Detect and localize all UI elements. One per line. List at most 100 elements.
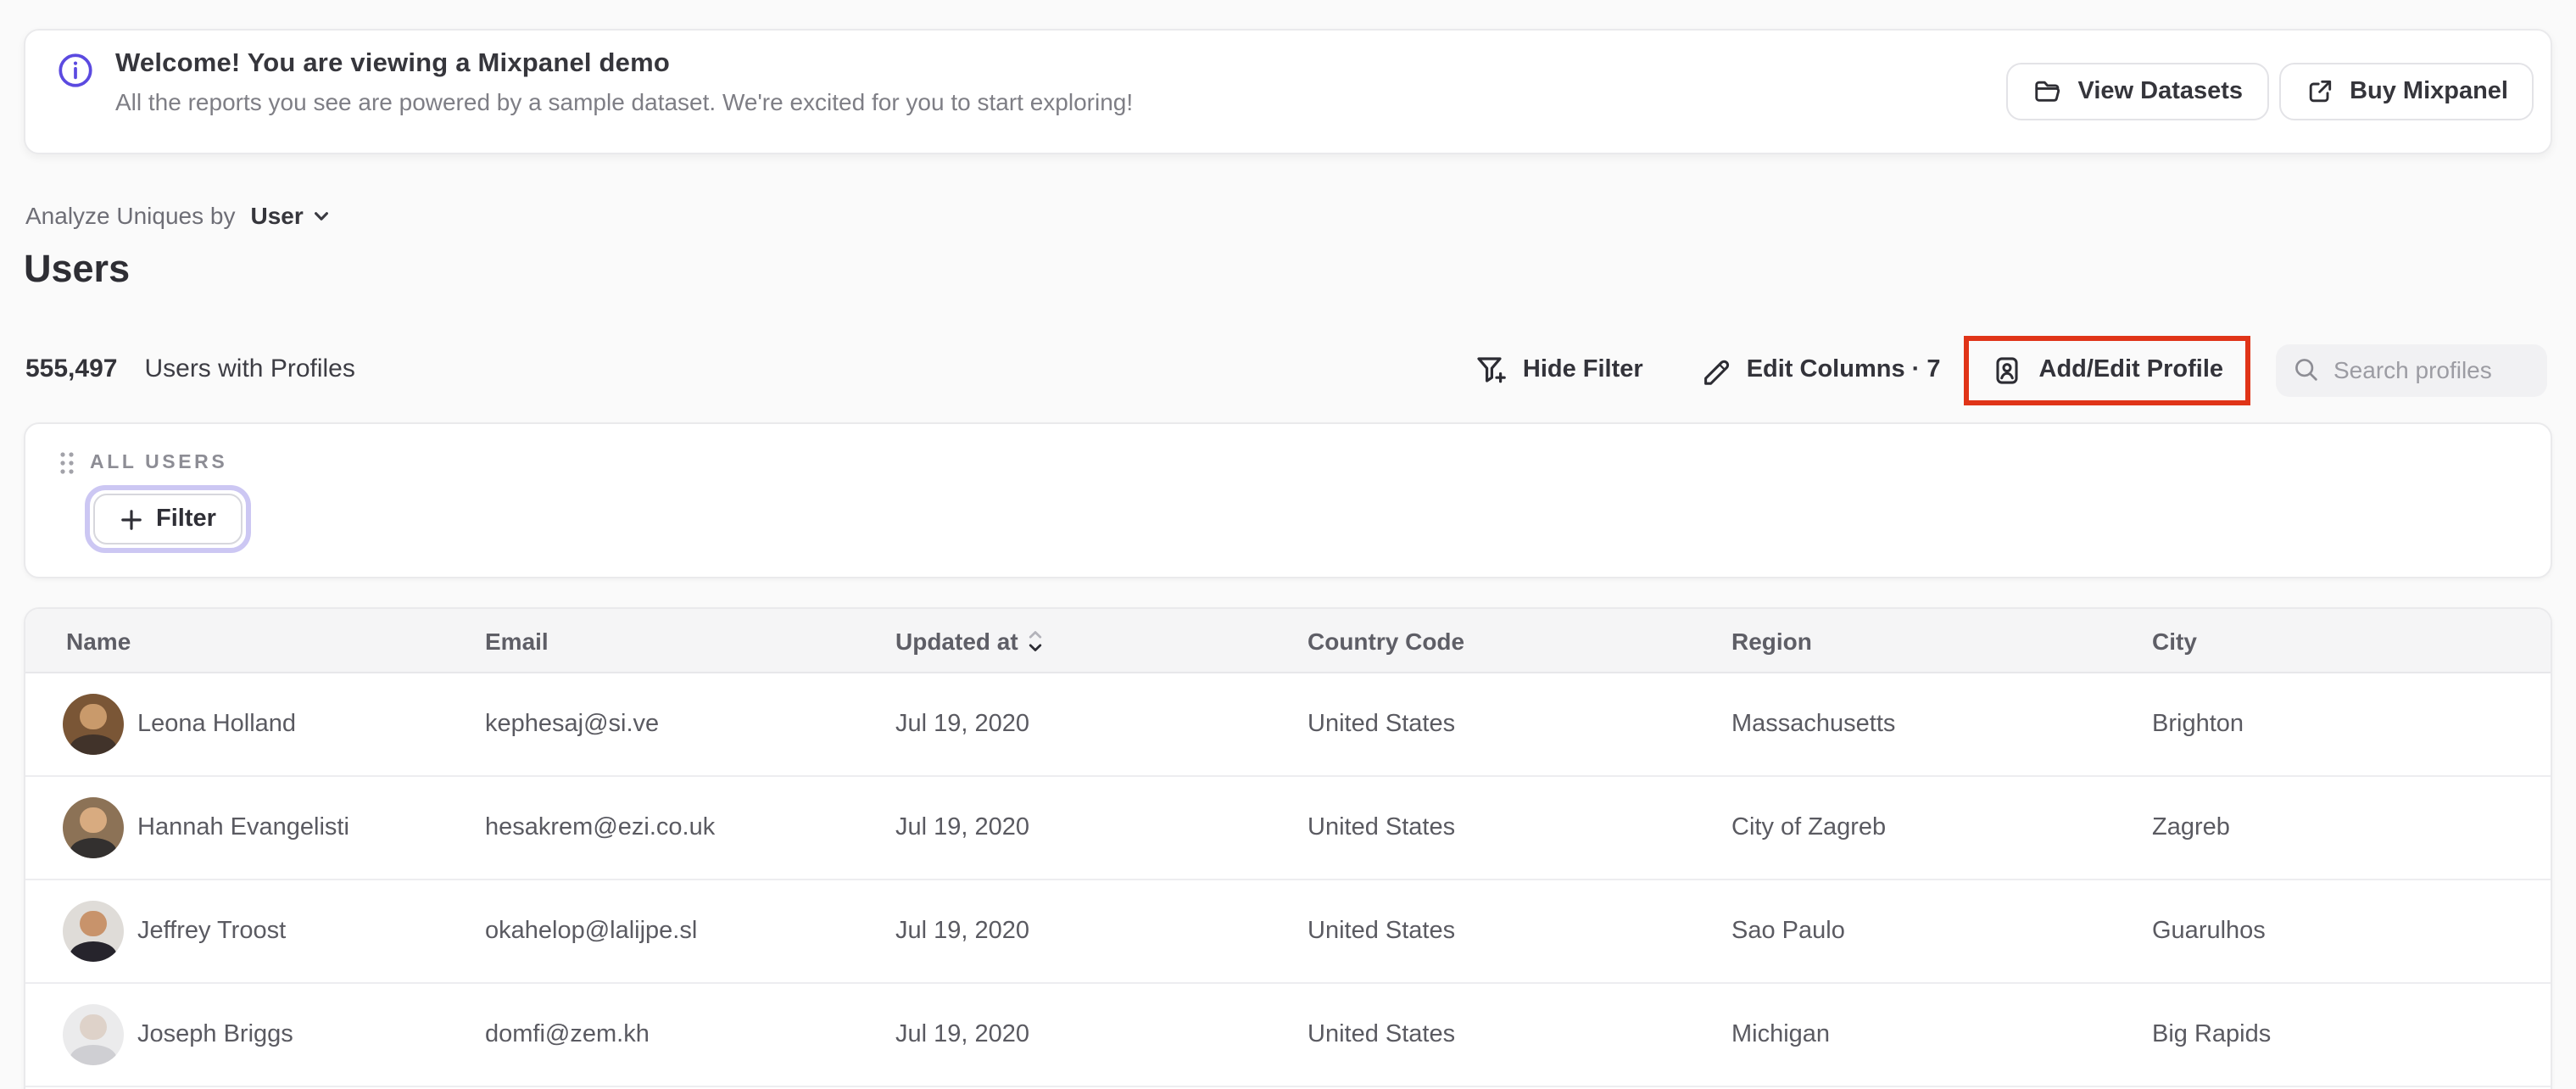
profile-name: Jeffrey Troost: [137, 918, 287, 945]
filter-button-focus-ring: Filter: [85, 485, 252, 553]
name-cell: Jeffrey Troost: [63, 901, 485, 962]
table-header-row: Name Email Updated at Country Code Regio…: [25, 609, 2551, 673]
email-cell: kephesaj@si.ve: [485, 711, 660, 738]
table-body: Leona Holland kephesaj@si.ve Jul 19, 202…: [25, 673, 2551, 1087]
region-cell: City of Zagreb: [1731, 814, 1887, 841]
search-profiles-input[interactable]: [2333, 356, 2530, 383]
city-cell: Guarulhos: [2152, 918, 2266, 945]
pencil-icon: [1699, 354, 1731, 386]
external-link-icon: [2304, 76, 2334, 107]
banner-text: Welcome! You are viewing a Mixpanel demo…: [115, 31, 2007, 115]
analyze-uniques-value: User: [250, 202, 304, 229]
all-users-filter-card: ALL USERS Filter: [24, 422, 2552, 578]
chevron-down-icon: [312, 206, 331, 225]
edit-columns-button[interactable]: Edit Columns · 7: [1699, 354, 1941, 386]
hide-filter-label: Hide Filter: [1522, 356, 1643, 383]
avatar-head: [80, 910, 107, 936]
profile-badge-icon: [1992, 354, 2024, 386]
banner-subtitle: All the reports you see are powered by a…: [115, 88, 1134, 115]
profile-count: 555,497 Users with Profiles: [25, 355, 355, 383]
region-cell: Sao Paulo: [1731, 918, 1845, 945]
page-title: Users: [24, 248, 131, 290]
add-filter-label: Filter: [156, 505, 216, 533]
profiles-toolbar: Hide Filter Edit Columns · 7 Add/Edit Pr…: [1474, 332, 2547, 407]
name-cell: Joseph Briggs: [63, 1004, 485, 1065]
table-row[interactable]: Joseph Briggs domfi@zem.kh Jul 19, 2020 …: [25, 984, 2551, 1087]
column-header-label: Email: [485, 627, 549, 654]
avatar-head: [80, 807, 107, 833]
country-code-cell: United States: [1308, 711, 1456, 738]
profiles-table: Name Email Updated at Country Code Regio…: [24, 607, 2552, 1089]
country-code-cell: United States: [1308, 814, 1456, 841]
avatar-head: [80, 1014, 107, 1040]
filter-card-header: ALL USERS: [25, 424, 2551, 475]
name-cell: Hannah Evangelisti: [63, 797, 485, 858]
add-edit-profile-annotation: Add/Edit Profile: [1964, 335, 2250, 405]
avatar-torso: [70, 941, 117, 962]
city-cell: Zagreb: [2152, 814, 2230, 841]
avatar: [63, 1004, 124, 1065]
analyze-uniques-dropdown[interactable]: User: [251, 202, 331, 229]
updated-at-cell: Jul 19, 2020: [895, 1021, 1030, 1048]
city-cell: Big Rapids: [2152, 1021, 2272, 1048]
updated-at-cell: Jul 19, 2020: [895, 918, 1030, 945]
folder-icon: [2032, 76, 2063, 107]
column-header-label: Updated at: [895, 627, 1018, 654]
profile-name: Leona Holland: [137, 711, 297, 738]
demo-banner: Welcome! You are viewing a Mixpanel demo…: [24, 29, 2552, 154]
search-profiles-box[interactable]: [2276, 343, 2547, 396]
updated-at-cell: Jul 19, 2020: [895, 814, 1030, 841]
avatar-torso: [70, 837, 117, 858]
column-header-label: City: [2152, 627, 2197, 654]
buy-mixpanel-label: Buy Mixpanel: [2350, 78, 2508, 105]
view-datasets-button[interactable]: View Datasets: [2006, 63, 2269, 120]
add-filter-button[interactable]: Filter: [93, 494, 243, 544]
drag-handle-icon[interactable]: [58, 451, 76, 475]
info-icon: [58, 53, 93, 88]
avatar: [63, 797, 124, 858]
users-page: Welcome! You are viewing a Mixpanel demo…: [0, 0, 2576, 1089]
email-cell: domfi@zem.kh: [485, 1021, 650, 1048]
banner-buttons: View Datasets Buy Mixpanel: [2006, 63, 2534, 120]
plus-icon: [120, 508, 142, 530]
region-cell: Massachusetts: [1731, 711, 1896, 738]
avatar-torso: [70, 1044, 117, 1065]
avatar-head: [80, 703, 107, 729]
email-cell: okahelop@lalijpe.sl: [485, 918, 698, 945]
country-code-cell: United States: [1308, 1021, 1456, 1048]
column-header-updated-at[interactable]: Updated at: [895, 627, 1308, 654]
add-edit-profile-button[interactable]: Add/Edit Profile: [1992, 354, 2224, 386]
avatar: [63, 694, 124, 755]
analyze-uniques-row: Analyze Uniques by User: [25, 202, 331, 229]
column-header-label: Country Code: [1308, 627, 1465, 654]
table-row[interactable]: Leona Holland kephesaj@si.ve Jul 19, 202…: [25, 673, 2551, 777]
column-header-city[interactable]: City: [2152, 627, 2551, 654]
email-cell: hesakrem@ezi.co.uk: [485, 814, 716, 841]
table-row[interactable]: Hannah Evangelisti hesakrem@ezi.co.uk Ju…: [25, 777, 2551, 880]
column-header-label: Region: [1731, 627, 1812, 654]
profile-name: Hannah Evangelisti: [137, 814, 349, 841]
avatar: [63, 901, 124, 962]
name-cell: Leona Holland: [63, 694, 485, 755]
add-edit-profile-label: Add/Edit Profile: [2038, 356, 2224, 383]
column-header-label: Name: [66, 627, 131, 654]
column-header-country-code[interactable]: Country Code: [1308, 627, 1731, 654]
column-header-email[interactable]: Email: [485, 627, 895, 654]
analyze-uniques-label: Analyze Uniques by: [25, 202, 236, 229]
buy-mixpanel-button[interactable]: Buy Mixpanel: [2278, 63, 2534, 120]
column-header-region[interactable]: Region: [1731, 627, 2152, 654]
search-icon: [2293, 356, 2320, 383]
banner-title: Welcome! You are viewing a Mixpanel demo: [115, 49, 671, 78]
city-cell: Brighton: [2152, 711, 2244, 738]
profile-name: Joseph Briggs: [137, 1021, 293, 1048]
table-row[interactable]: Jeffrey Troost okahelop@lalijpe.sl Jul 1…: [25, 880, 2551, 984]
updated-at-cell: Jul 19, 2020: [895, 711, 1030, 738]
profile-count-value: 555,497: [25, 355, 118, 383]
profile-count-label: Users with Profiles: [144, 355, 355, 383]
avatar-torso: [70, 734, 117, 755]
edit-columns-label: Edit Columns · 7: [1746, 356, 1941, 383]
view-datasets-label: View Datasets: [2077, 78, 2244, 105]
column-header-name[interactable]: Name: [66, 627, 485, 654]
all-users-label: ALL USERS: [90, 453, 228, 473]
hide-filter-button[interactable]: Hide Filter: [1474, 353, 1643, 387]
